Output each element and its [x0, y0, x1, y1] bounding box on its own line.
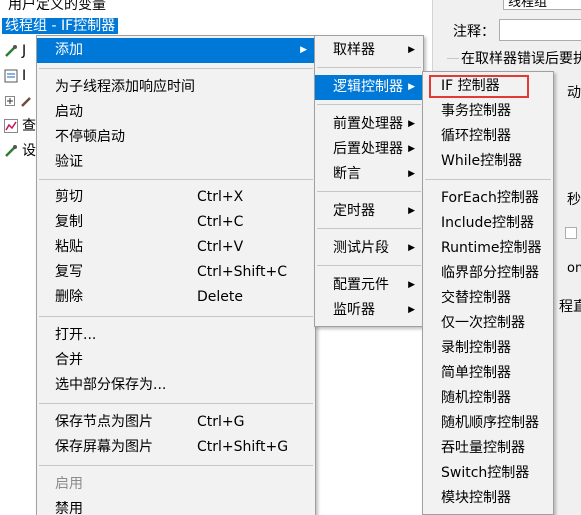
- menu-item-timer[interactable]: 定时器 ▶: [315, 199, 423, 224]
- chevron-right-icon: ▶: [408, 169, 415, 179]
- tree-node-thread-group-label: 线程组 - IF控制器: [2, 18, 119, 34]
- menu-item-logic-controller[interactable]: 逻辑控制器 ▶: [315, 75, 423, 100]
- menu-item-pre-processor[interactable]: 前置处理器 ▶: [315, 112, 423, 137]
- menu-item-paste[interactable]: 粘贴 Ctrl+V: [37, 235, 315, 260]
- chevron-right-icon: ▶: [408, 82, 415, 92]
- pipette-icon: [21, 97, 31, 107]
- menu-item-random-order-controller[interactable]: 随机顺序控制器: [423, 411, 553, 436]
- menu-item-start-no-pause[interactable]: 不停顿启动: [37, 125, 315, 150]
- on-label: on: [567, 261, 581, 276]
- menu-item-module-controller[interactable]: 模块控制器: [423, 486, 553, 511]
- menu-item-switch-controller[interactable]: Switch控制器: [423, 461, 553, 486]
- menu-item-listener[interactable]: 监听器 ▶: [315, 298, 423, 323]
- seconds-label: 秒: [567, 192, 581, 208]
- chevron-right-icon: ▶: [408, 243, 415, 253]
- menu-item-config-element[interactable]: 配置元件 ▶: [315, 273, 423, 298]
- menu-separator: [39, 403, 313, 404]
- menu-item-merge[interactable]: 合并: [37, 348, 315, 373]
- menu-item-runtime-controller[interactable]: Runtime控制器: [423, 236, 553, 261]
- menu-separator: [39, 465, 313, 466]
- menu-item-if-controller[interactable]: IF 控制器: [423, 74, 553, 99]
- menu-separator: [39, 68, 313, 69]
- tree-node-user-variables[interactable]: 用户定义的变量: [8, 0, 106, 16]
- menu-item-save-selection[interactable]: 选中部分保存为...: [37, 373, 315, 398]
- menu-item-validate[interactable]: 验证: [37, 150, 315, 175]
- menu-item-add-think-time[interactable]: 为子线程添加响应时间: [37, 75, 315, 100]
- chevron-right-icon: ▶: [408, 144, 415, 154]
- add-submenu: 取样器 ▶ 逻辑控制器 ▶ 前置处理器 ▶ 后置处理器 ▶ 断言 ▶ 定时器 ▶…: [314, 35, 424, 327]
- menu-separator: [317, 104, 421, 105]
- menu-item-throughput-controller[interactable]: 吞吐量控制器: [423, 436, 553, 461]
- menu-item-save-screen-image[interactable]: 保存屏幕为图片 Ctrl+Shift+G: [37, 435, 315, 460]
- tree-node-thread-group[interactable]: 线程组 - IF控制器: [2, 15, 119, 37]
- chevron-right-icon: ▶: [408, 206, 415, 216]
- menu-item-foreach-controller[interactable]: ForEach控制器: [423, 186, 553, 211]
- menu-item-simple-controller[interactable]: 简单控制器: [423, 361, 553, 386]
- pipette-icon: [5, 145, 17, 157]
- pipette-icon: [5, 45, 17, 57]
- thread-label: 程直: [559, 299, 581, 315]
- name-field[interactable]: 线程组: [503, 0, 581, 10]
- menu-item-once-only-controller[interactable]: 仅一次控制器: [423, 311, 553, 336]
- menu-item-post-processor[interactable]: 后置处理器 ▶: [315, 137, 423, 162]
- menu-item-open[interactable]: 打开...: [37, 323, 315, 348]
- menu-item-sampler[interactable]: 取样器 ▶: [315, 38, 423, 63]
- chevron-right-icon: ▶: [408, 305, 415, 315]
- menu-item-save-node-image[interactable]: 保存节点为图片 Ctrl+G: [37, 410, 315, 435]
- menu-item-while-controller[interactable]: While控制器: [423, 149, 553, 174]
- chevron-right-icon: ▶: [300, 45, 307, 55]
- menu-item-copy[interactable]: 复制 Ctrl+C: [37, 210, 315, 235]
- menu-item-add[interactable]: 添加 ▶: [37, 38, 315, 63]
- menu-separator: [39, 179, 313, 180]
- menu-separator: [317, 228, 421, 229]
- menu-item-random-controller[interactable]: 随机控制器: [423, 386, 553, 411]
- menu-item-loop-controller[interactable]: 循环控制器: [423, 124, 553, 149]
- menu-item-cut[interactable]: 剪切 Ctrl+X: [37, 185, 315, 210]
- list-icon: [4, 69, 18, 83]
- menu-separator: [317, 67, 421, 68]
- chevron-right-icon: ▶: [408, 45, 415, 55]
- comment-field[interactable]: [499, 19, 581, 41]
- logic-controller-submenu: IF 控制器 事务控制器 循环控制器 While控制器 ForEach控制器 I…: [422, 71, 554, 515]
- menu-separator: [425, 179, 551, 180]
- comment-label: 注释：: [453, 24, 495, 40]
- expand-plus-icon[interactable]: [5, 96, 15, 106]
- menu-item-transaction-controller[interactable]: 事务控制器: [423, 99, 553, 124]
- menu-item-assertion[interactable]: 断言 ▶: [315, 162, 423, 187]
- chevron-right-icon: ▶: [408, 119, 415, 129]
- context-menu: 添加 ▶ 为子线程添加响应时间 启动 不停顿启动 验证 剪切 Ctrl+X 复制…: [36, 35, 316, 515]
- menu-item-delete[interactable]: 删除 Delete: [37, 285, 315, 310]
- menu-separator: [317, 191, 421, 192]
- menu-separator: [39, 316, 313, 317]
- menu-item-critical-section-controller[interactable]: 临界部分控制器: [423, 261, 553, 286]
- menu-item-interleave-controller[interactable]: 交替控制器: [423, 286, 553, 311]
- graph-icon: [4, 119, 18, 133]
- chevron-right-icon: ▶: [408, 280, 415, 290]
- menu-item-recording-controller[interactable]: 录制控制器: [423, 336, 553, 361]
- menu-item-test-fragment[interactable]: 测试片段 ▶: [315, 236, 423, 261]
- menu-item-disable[interactable]: 禁用: [37, 497, 315, 515]
- checkbox[interactable]: [565, 227, 577, 239]
- action-label: 动: [567, 85, 581, 101]
- menu-item-duplicate[interactable]: 复写 Ctrl+Shift+C: [37, 260, 315, 285]
- menu-item-include-controller[interactable]: Include控制器: [423, 211, 553, 236]
- sampler-error-label: 在取样器错误后要执: [459, 48, 581, 68]
- menu-separator: [317, 265, 421, 266]
- menu-item-enable: 启用: [55, 476, 83, 492]
- menu-item-start[interactable]: 启动: [37, 100, 315, 125]
